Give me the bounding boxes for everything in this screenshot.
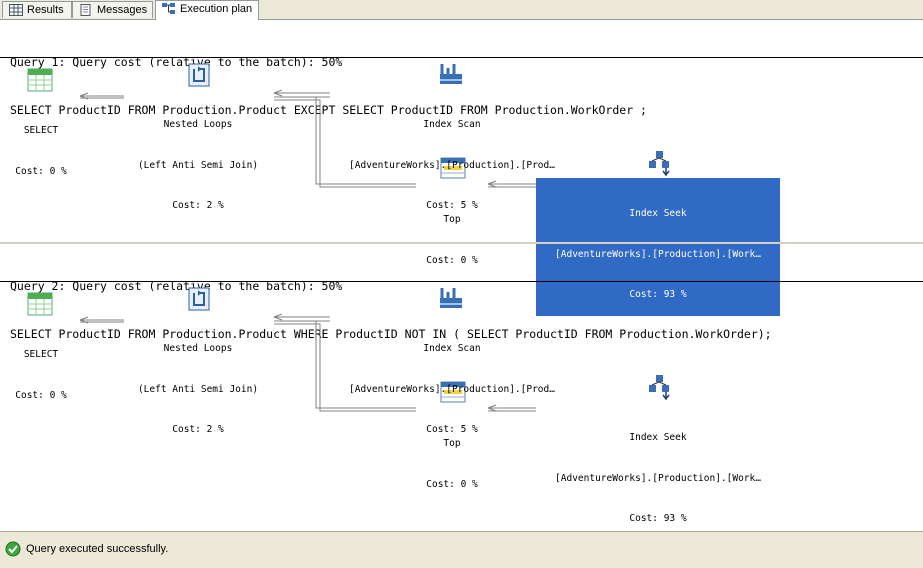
select-label: SELECT	[23, 349, 59, 360]
select-label: SELECT	[23, 125, 59, 136]
nested-loops-label: Nested Loops	[163, 119, 233, 130]
index-scan-icon[interactable]	[438, 60, 464, 86]
top-label: Top	[443, 438, 461, 449]
status-message: Query executed successfully.	[26, 543, 169, 555]
select-icon[interactable]	[27, 68, 53, 94]
check-circle-icon	[5, 541, 21, 557]
index-scan-detail: [AdventureWorks].[Production].[Prod…	[349, 159, 555, 171]
select-operator[interactable]: SELECT Cost: 0 %	[5, 321, 77, 416]
tab-execution-plan-label: Execution plan	[180, 3, 253, 15]
select-cost: Cost: 0 %	[15, 165, 67, 177]
query-2-divider	[0, 281, 923, 282]
nested-loops-operator[interactable]: Nested Loops (Left Anti Semi Join) Cost:…	[124, 91, 272, 226]
tab-messages-label: Messages	[97, 4, 148, 16]
status-bar: Query executed successfully.	[0, 531, 923, 568]
index-scan-label: Index Scan	[423, 343, 481, 354]
document-icon	[80, 4, 91, 16]
nested-loops-operator[interactable]: Nested Loops (Left Anti Semi Join) Cost:…	[124, 315, 272, 450]
index-seek-cost: Cost: 93 %	[629, 513, 687, 524]
index-seek-icon[interactable]	[646, 150, 672, 176]
tab-messages[interactable]: Messages	[72, 1, 153, 18]
query-1-divider	[0, 57, 923, 58]
results-tab-bar: Results Messages Execution plan	[0, 0, 923, 20]
index-scan-icon[interactable]	[438, 284, 464, 310]
nested-loops-cost: Cost: 2 %	[172, 424, 224, 435]
nested-loops-label: Nested Loops	[163, 343, 233, 354]
tab-execution-plan[interactable]: Execution plan	[155, 0, 259, 20]
index-seek-icon[interactable]	[646, 374, 672, 400]
nested-loops-icon[interactable]	[186, 286, 212, 312]
index-seek-detail: [AdventureWorks].[Production].[Work…	[555, 472, 761, 484]
nested-loops-cost: Cost: 2 %	[172, 200, 224, 211]
plan-splitter[interactable]	[0, 242, 923, 244]
select-operator[interactable]: SELECT Cost: 0 %	[5, 97, 77, 192]
top-label: Top	[443, 214, 461, 225]
index-seek-label: Index Seek	[629, 432, 687, 443]
nested-loops-detail: (Left Anti Semi Join)	[137, 383, 259, 395]
top-cost: Cost: 0 %	[426, 478, 478, 490]
grid-icon	[9, 4, 23, 16]
select-icon[interactable]	[27, 292, 53, 318]
plan-icon	[162, 3, 175, 14]
nested-loops-detail: (Left Anti Semi Join)	[137, 159, 259, 171]
index-scan-label: Index Scan	[423, 119, 481, 130]
tab-results[interactable]: Results	[2, 1, 72, 18]
index-scan-detail: [AdventureWorks].[Production].[Prod…	[349, 383, 555, 395]
top-operator[interactable]: Top Cost: 0 %	[416, 410, 488, 505]
select-cost: Cost: 0 %	[15, 389, 67, 401]
nested-loops-icon[interactable]	[186, 62, 212, 88]
index-seek-label: Index Seek	[629, 208, 687, 219]
tab-results-label: Results	[27, 4, 64, 16]
index-seek-operator[interactable]: Index Seek [AdventureWorks].[Production]…	[536, 404, 780, 539]
